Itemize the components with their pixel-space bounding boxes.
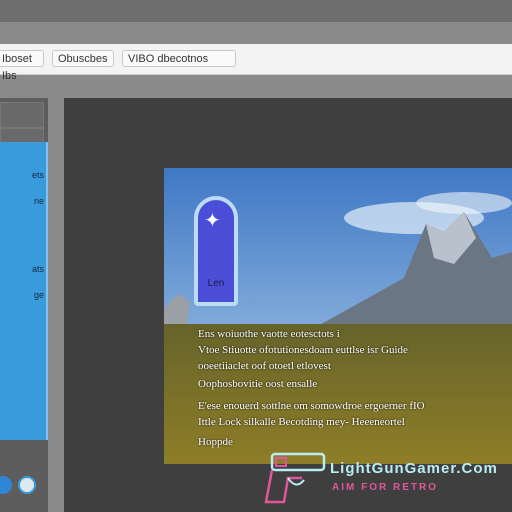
sidebar-panel-item[interactable]: ne (0, 196, 44, 206)
window-top-bar (0, 0, 512, 22)
caption-line: Ens woiuothe vaotte eotesctots i (198, 328, 340, 340)
star-icon: ✦ (204, 210, 221, 232)
sidebar-panel-item[interactable]: ats (0, 264, 44, 274)
sidebar-panel-item[interactable]: ets (0, 170, 44, 180)
toolbar-item-3[interactable]: VIBO dbecotnos (122, 50, 236, 67)
caption-line: Vtoe Stiuotte ofotutionesdoam euttlse is… (198, 344, 408, 356)
caption-overlay: Ens woiuothe vaotte eotesctots i Vtoe St… (164, 324, 512, 464)
sidebar-panel-item[interactable]: ge (0, 290, 44, 300)
badge-icon: ✦ Len (194, 196, 238, 306)
caption-line: ooeetiiaclet oof otoetl etlovest (198, 360, 331, 372)
caption-line: E'ese enouerd sottlne om somowdroe ergoe… (198, 400, 425, 412)
caption-line: Ittle Lock silkalle Becotding mey- Heeen… (198, 416, 405, 428)
sidebar-button-1[interactable] (0, 102, 44, 128)
watermark-title: LightGunGamer.Com (330, 460, 498, 477)
landscape-image: ✦ Len Ens woiuothe vaotte eotesctots i V… (164, 168, 512, 464)
toolbar: Iboset Ibs Obuscbes VIBO dbecotnos (0, 44, 512, 82)
watermark-tagline: AIM FOR RETRO (332, 482, 438, 493)
toolbar-item-1[interactable]: Iboset Ibs (0, 50, 44, 82)
toolbar-item-2[interactable]: Obuscbes (52, 50, 114, 67)
badge-label: Len (207, 278, 225, 289)
status-dot-icon[interactable] (18, 476, 36, 494)
watermark: LightGunGamer.Com AIM FOR RETRO (262, 446, 512, 512)
caption-line: Oophosbovitie oost ensalle (198, 378, 318, 390)
light-gun-icon (264, 452, 326, 504)
